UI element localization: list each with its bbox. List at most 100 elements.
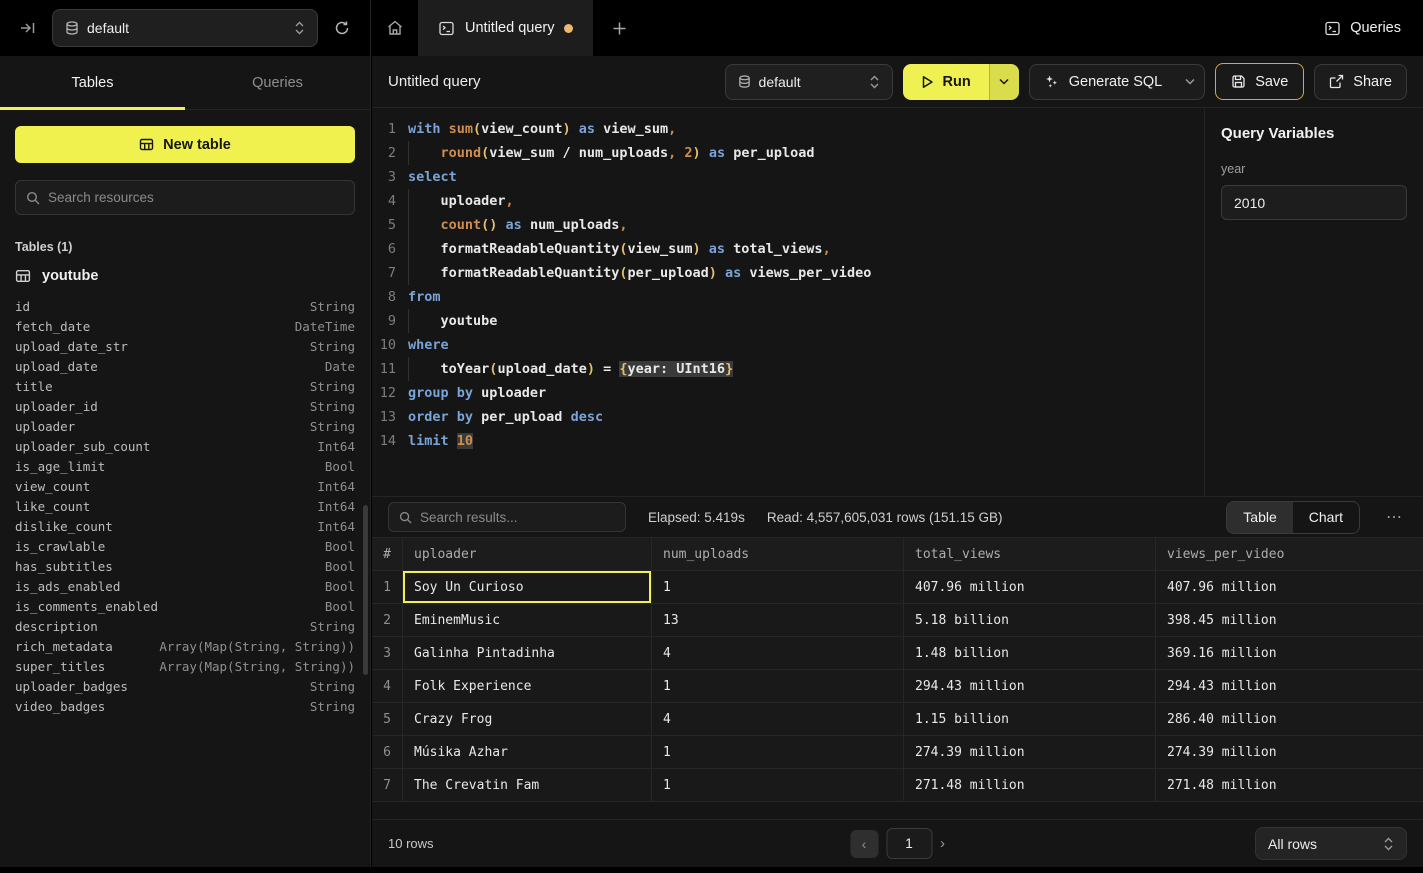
generate-sql-button[interactable]: Generate SQL — [1029, 64, 1206, 100]
table-cell[interactable]: 1 — [652, 670, 904, 702]
column-type: String — [310, 699, 355, 714]
page-size-select[interactable]: All rows — [1255, 827, 1407, 860]
new-table-label: New table — [163, 137, 231, 153]
database-select[interactable]: default — [52, 9, 318, 47]
collapse-sidebar-button[interactable] — [14, 14, 42, 42]
query-variables-panel: Query Variables year — [1204, 108, 1423, 496]
table-cell[interactable]: Folk Experience — [403, 670, 652, 702]
code-line[interactable]: 3select — [372, 165, 1204, 189]
table-cell[interactable]: Crazy Frog — [403, 703, 652, 735]
run-options-button[interactable] — [989, 64, 1019, 100]
column-type: String — [310, 339, 355, 354]
home-button[interactable] — [372, 0, 418, 56]
table-cell[interactable]: 294.43 million — [1156, 670, 1423, 702]
table-cell[interactable]: The Crevatin Fam — [403, 769, 652, 801]
table-cell[interactable]: 407.96 million — [904, 571, 1156, 603]
sidebar-scrollbar[interactable] — [363, 505, 368, 675]
code-line[interactable]: 11 toYear(upload_date) = {year: UInt16} — [372, 357, 1204, 381]
pagination: ‹ › — [850, 828, 945, 859]
generate-sql-options-button[interactable] — [1176, 65, 1204, 99]
code-line[interactable]: 9 youtube — [372, 309, 1204, 333]
table-cell[interactable]: 1 — [652, 769, 904, 801]
prev-page-button[interactable]: ‹ — [850, 830, 878, 858]
code-line[interactable]: 2 round(view_sum / num_uploads, 2) as pe… — [372, 141, 1204, 165]
column-type: Bool — [325, 459, 355, 474]
query-tab[interactable]: Untitled query — [418, 0, 593, 56]
resource-search[interactable] — [15, 180, 355, 215]
code-line[interactable]: 8from — [372, 285, 1204, 309]
table-cell[interactable]: 4 — [652, 637, 904, 669]
table-cell[interactable]: 271.48 million — [904, 769, 1156, 801]
results-header-cell[interactable]: num_uploads — [652, 538, 904, 570]
view-toggle-chart[interactable]: Chart — [1293, 502, 1359, 533]
results-header-cell[interactable]: uploader — [403, 538, 652, 570]
column-type: String — [310, 299, 355, 314]
database-select[interactable]: default — [725, 64, 893, 100]
line-number: 7 — [372, 261, 408, 285]
tab-tables[interactable]: Tables — [0, 56, 185, 109]
table-cell[interactable]: 4 — [652, 703, 904, 735]
table-cell[interactable]: 13 — [652, 604, 904, 636]
table-cell[interactable]: Galinha Pintadinha — [403, 637, 652, 669]
table-cell[interactable]: 1.15 billion — [904, 703, 1156, 735]
new-table-button[interactable]: New table — [15, 126, 355, 163]
schema-column-row: dislike_countInt64 — [15, 516, 355, 536]
results-search[interactable] — [388, 502, 626, 532]
unsaved-dot — [564, 24, 573, 33]
code-line[interactable]: 4 uploader, — [372, 189, 1204, 213]
table-cell[interactable]: 5.18 billion — [904, 604, 1156, 636]
table-cell[interactable]: 1 — [652, 736, 904, 768]
queries-button[interactable]: Queries — [1302, 0, 1423, 56]
new-tab-button[interactable] — [593, 0, 645, 56]
results-menu-button[interactable]: ⋯ — [1382, 507, 1407, 527]
schema-column-row: descriptionString — [15, 616, 355, 636]
table-cell[interactable]: 407.96 million — [1156, 571, 1423, 603]
table-item-youtube[interactable]: youtube — [15, 268, 355, 284]
table-cell[interactable]: 1 — [652, 571, 904, 603]
code-line[interactable]: 7 formatReadableQuantity(per_upload) as … — [372, 261, 1204, 285]
view-toggle-table[interactable]: Table — [1227, 502, 1292, 533]
resource-search-input[interactable] — [48, 190, 344, 205]
code-line[interactable]: 10where — [372, 333, 1204, 357]
results-header-cell[interactable]: total_views — [904, 538, 1156, 570]
table-cell[interactable]: Músika Azhar — [403, 736, 652, 768]
results-header-cell[interactable]: # — [372, 538, 403, 570]
results-header-cell[interactable]: views_per_video — [1156, 538, 1423, 570]
table-cell[interactable]: Soy Un Curioso — [403, 571, 652, 603]
row-number: 4 — [372, 670, 403, 702]
generate-sql-label: Generate SQL — [1069, 74, 1163, 90]
table-cell[interactable]: 271.48 million — [1156, 769, 1423, 801]
column-type: String — [310, 419, 355, 434]
table-cell[interactable]: 369.16 million — [1156, 637, 1423, 669]
line-number: 3 — [372, 165, 408, 189]
refresh-icon — [334, 20, 350, 36]
code-line[interactable]: 13order by per_upload desc — [372, 405, 1204, 429]
next-page-button[interactable]: › — [940, 835, 945, 852]
code-line[interactable]: 14limit 10 — [372, 429, 1204, 453]
sql-editor[interactable]: 1with sum(view_count) as view_sum,2 roun… — [372, 108, 1204, 496]
line-number: 11 — [372, 357, 408, 381]
refresh-button[interactable] — [328, 14, 356, 42]
run-button[interactable]: Run — [903, 64, 989, 100]
tab-queries[interactable]: Queries — [185, 56, 370, 109]
save-button[interactable]: Save — [1215, 63, 1304, 100]
table-cell[interactable]: 398.45 million — [1156, 604, 1423, 636]
table-cell[interactable]: 286.40 million — [1156, 703, 1423, 735]
tab-title: Untitled query — [465, 20, 554, 36]
table-cell[interactable]: 274.39 million — [904, 736, 1156, 768]
chevron-updown-icon — [1383, 837, 1394, 851]
table-cell[interactable]: 294.43 million — [904, 670, 1156, 702]
page-number-input[interactable] — [886, 828, 932, 859]
code-line[interactable]: 5 count() as num_uploads, — [372, 213, 1204, 237]
results-search-input[interactable] — [420, 510, 615, 525]
table-cell[interactable]: 1.48 billion — [904, 637, 1156, 669]
column-name: uploader_sub_count — [15, 439, 150, 454]
code-line[interactable]: 12group by uploader — [372, 381, 1204, 405]
schema-column-row: uploader_badgesString — [15, 676, 355, 696]
variable-input-year[interactable] — [1221, 185, 1407, 220]
code-line[interactable]: 6 formatReadableQuantity(view_sum) as to… — [372, 237, 1204, 261]
table-cell[interactable]: EminemMusic — [403, 604, 652, 636]
code-line[interactable]: 1with sum(view_count) as view_sum, — [372, 117, 1204, 141]
table-cell[interactable]: 274.39 million — [1156, 736, 1423, 768]
share-button[interactable]: Share — [1314, 64, 1407, 100]
